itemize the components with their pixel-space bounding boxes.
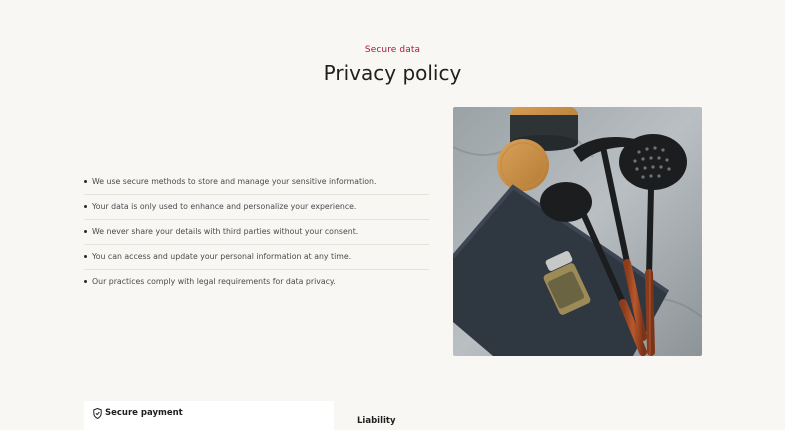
bullet-icon [84, 180, 87, 183]
list-item-text: Our practices comply with legal requirem… [92, 277, 336, 286]
shield-check-icon [93, 408, 102, 419]
kitchen-utensils-photo [453, 107, 702, 356]
privacy-points-list: We use secure methods to store and manag… [84, 170, 429, 294]
page-title: Privacy policy [323, 61, 462, 85]
list-item-text: You can access and update your personal … [92, 252, 352, 261]
list-item: We use secure methods to store and manag… [84, 170, 429, 195]
bullet-icon [84, 280, 87, 283]
secure-payment-accordion[interactable]: Secure payment [84, 401, 334, 430]
liability-heading[interactable]: Liability [357, 416, 396, 426]
bullet-icon [84, 205, 87, 208]
list-item: Your data is only used to enhance and pe… [84, 195, 429, 220]
bullet-icon [84, 230, 87, 233]
list-item-text: We never share your details with third p… [92, 227, 359, 236]
list-item: You can access and update your personal … [84, 245, 429, 270]
list-item: We never share your details with third p… [84, 220, 429, 245]
section-eyebrow: Secure data [364, 45, 421, 55]
secure-payment-label: Secure payment [105, 408, 183, 418]
list-item: Our practices comply with legal requirem… [84, 270, 429, 294]
list-item-text: Your data is only used to enhance and pe… [92, 202, 357, 211]
list-item-text: We use secure methods to store and manag… [92, 177, 377, 186]
bullet-icon [84, 255, 87, 258]
privacy-section: Secure data Privacy policy We use secure… [0, 0, 785, 430]
